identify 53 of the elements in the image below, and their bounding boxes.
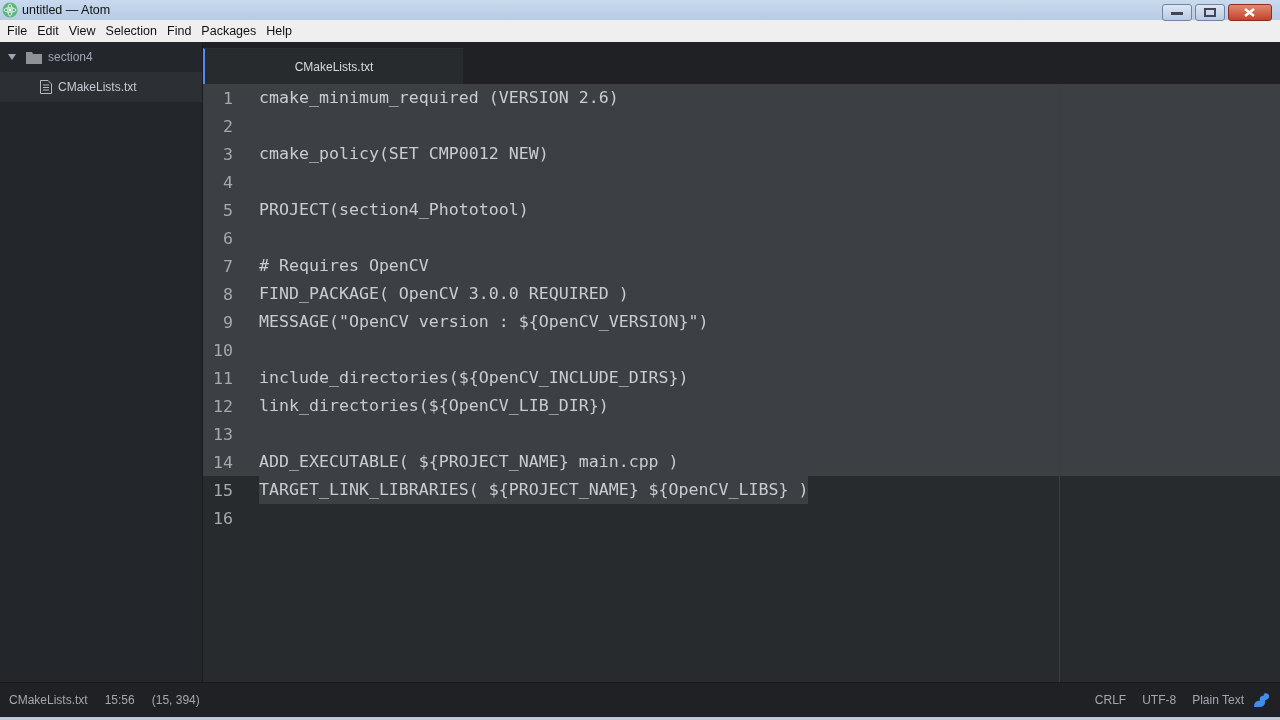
close-icon bbox=[1244, 8, 1255, 17]
minimize-icon bbox=[1171, 12, 1183, 15]
line-number: 7 bbox=[222, 256, 234, 276]
status-item[interactable]: CMakeLists.txt bbox=[9, 693, 88, 707]
code-line: link_directories(${OpenCV_LIB_DIR}) bbox=[259, 395, 609, 417]
line-number: 1 bbox=[222, 88, 234, 108]
window-title: untitled — Atom bbox=[22, 3, 111, 17]
line-number: 12 bbox=[212, 396, 234, 416]
line-number: 9 bbox=[222, 312, 234, 332]
menu-item[interactable]: Help bbox=[261, 24, 297, 38]
line-number: 6 bbox=[222, 228, 234, 248]
menu-item[interactable]: Edit bbox=[32, 24, 64, 38]
status-item[interactable]: (15, 394) bbox=[151, 693, 200, 707]
minimize-button[interactable] bbox=[1162, 4, 1192, 21]
code-line: PROJECT(section4_Phototool) bbox=[259, 199, 529, 221]
code-line: include_directories(${OpenCV_INCLUDE_DIRS}) bbox=[259, 367, 689, 389]
code-line: MESSAGE("OpenCV version : ${OpenCV_VERSION}") bbox=[259, 311, 709, 333]
code-line: cmake_policy(SET CMP0012 NEW) bbox=[259, 143, 549, 165]
menu-item[interactable]: View bbox=[63, 24, 101, 38]
maximize-button[interactable] bbox=[1195, 4, 1225, 21]
maximize-icon bbox=[1204, 8, 1216, 17]
line-number: 16 bbox=[212, 508, 234, 528]
line-number: 13 bbox=[212, 424, 234, 444]
line-number: 2 bbox=[222, 116, 234, 136]
status-item[interactable]: UTF-8 bbox=[1142, 693, 1177, 707]
menu-item[interactable]: Selection bbox=[100, 24, 162, 38]
app-logo-icon bbox=[2, 2, 18, 18]
folder-icon bbox=[26, 50, 42, 64]
line-number: 15 bbox=[212, 480, 234, 500]
status-item[interactable]: CRLF bbox=[1094, 693, 1127, 707]
menu-item[interactable]: Find bbox=[162, 24, 197, 38]
line-number: 14 bbox=[212, 452, 234, 472]
tree-folder[interactable]: section4 bbox=[0, 42, 202, 72]
code-line: ADD_EXECUTABLE( ${PROJECT_NAME} main.cpp ) bbox=[259, 451, 679, 473]
menu-item[interactable]: File bbox=[2, 24, 33, 38]
code-line: cmake_minimum_required (VERSION 2.6) bbox=[259, 87, 619, 109]
chevron-icon bbox=[8, 54, 16, 60]
file-icon bbox=[40, 80, 52, 94]
code-line: FIND_PACKAGE( OpenCV 3.0.0 REQUIRED ) bbox=[259, 283, 629, 305]
squirrel-icon[interactable] bbox=[1252, 692, 1270, 708]
tree-entry[interactable]: CMakeLists.txt bbox=[0, 72, 202, 102]
line-number: 8 bbox=[222, 284, 234, 304]
line-number: 5 bbox=[222, 200, 234, 220]
close-button[interactable] bbox=[1228, 4, 1272, 21]
line-number: 10 bbox=[212, 340, 234, 360]
line-number: 3 bbox=[222, 144, 234, 164]
editor-tab[interactable]: CMakeLists.txt bbox=[203, 48, 463, 84]
status-item[interactable]: 15:56 bbox=[104, 693, 135, 707]
line-number: 11 bbox=[212, 368, 234, 388]
menu-item[interactable]: Packages bbox=[196, 24, 262, 38]
line-number: 4 bbox=[222, 172, 234, 192]
code-line: # Requires OpenCV bbox=[259, 255, 429, 277]
status-item[interactable]: Plain Text bbox=[1192, 693, 1244, 707]
